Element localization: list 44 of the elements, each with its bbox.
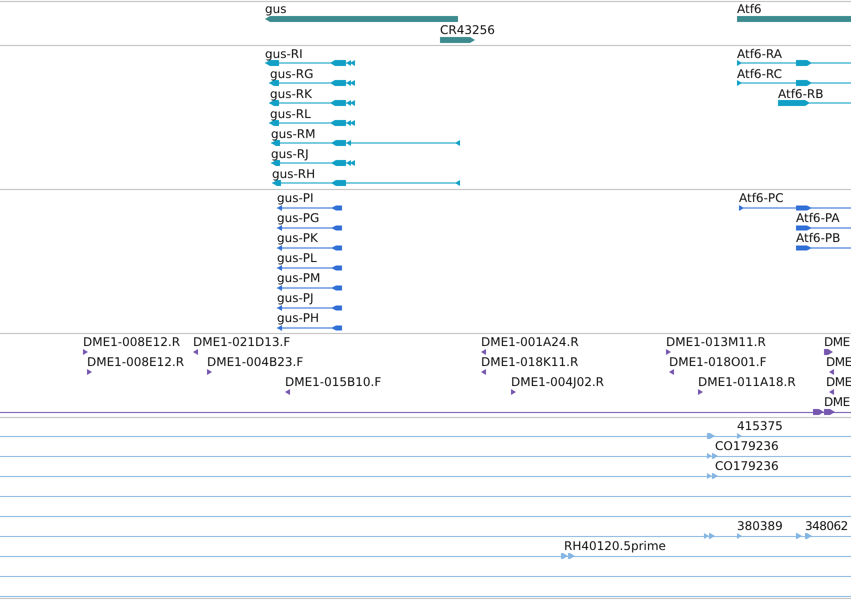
clone-end-label: DME1-001A24.R <box>481 336 579 348</box>
clone-end-label: DME1-008E12.R <box>83 336 180 348</box>
clone-end-label: DME1-008E12.R <box>87 356 184 368</box>
transcript-label: gus-RI <box>265 48 303 60</box>
protein-label: gus-PL <box>277 252 317 264</box>
transcript-label: Atf6-RC <box>737 68 782 80</box>
clone-end-label: DME1-015B10.F <box>285 376 382 388</box>
protein-label: gus-PI <box>277 192 314 204</box>
clone-end-label: DME <box>824 336 850 348</box>
transcript-label: Atf6-RA <box>737 48 782 60</box>
transcript-label: gus-RG <box>270 68 314 80</box>
clone-end-label: DME <box>824 396 850 408</box>
est-label: 415375 <box>737 420 783 432</box>
clone-end-label: DME1-013M11.R <box>666 336 766 348</box>
gene-label: gus <box>265 3 286 15</box>
clone-end-label: DME <box>826 376 851 388</box>
protein-label: gus-PK <box>277 232 318 244</box>
est-label: CO179236 <box>715 460 779 472</box>
est-label: 348062 <box>805 520 848 532</box>
transcript-label: gus-RJ <box>271 148 309 160</box>
gene-label: Atf6 <box>737 3 762 15</box>
protein-label: gus-PG <box>277 212 320 224</box>
transcript-label: gus-RL <box>270 108 311 120</box>
transcript-label: gus-RM <box>271 128 316 140</box>
clone-end-label: DME1-021D13.F <box>193 336 290 348</box>
protein-label: gus-PJ <box>277 292 314 304</box>
transcript-label: Atf6-RB <box>778 88 824 100</box>
est-label: 380389 <box>737 520 783 532</box>
protein-label: Atf6-PC <box>739 192 784 204</box>
protein-label: gus-PM <box>277 272 320 284</box>
protein-label: gus-PH <box>277 312 320 324</box>
transcript-label: gus-RH <box>272 168 316 180</box>
est-label: RH40120.5prime <box>564 540 666 552</box>
clone-end-label: DME <box>826 356 851 368</box>
est-label: CO179236 <box>715 440 779 452</box>
clone-end-label: DME1-018O01.F <box>669 356 766 368</box>
gene-label: CR43256 <box>440 24 495 36</box>
clone-end-label: DME1-018K11.R <box>481 356 578 368</box>
clone-end-label: DME1-004J02.R <box>511 376 604 388</box>
protein-label: Atf6-PB <box>796 232 840 244</box>
protein-label: Atf6-PA <box>796 212 840 224</box>
clone-end-label: DME1-004B23.F <box>207 356 304 368</box>
transcript-label: gus-RK <box>270 88 312 100</box>
clone-end-label: DME1-011A18.R <box>698 376 796 388</box>
